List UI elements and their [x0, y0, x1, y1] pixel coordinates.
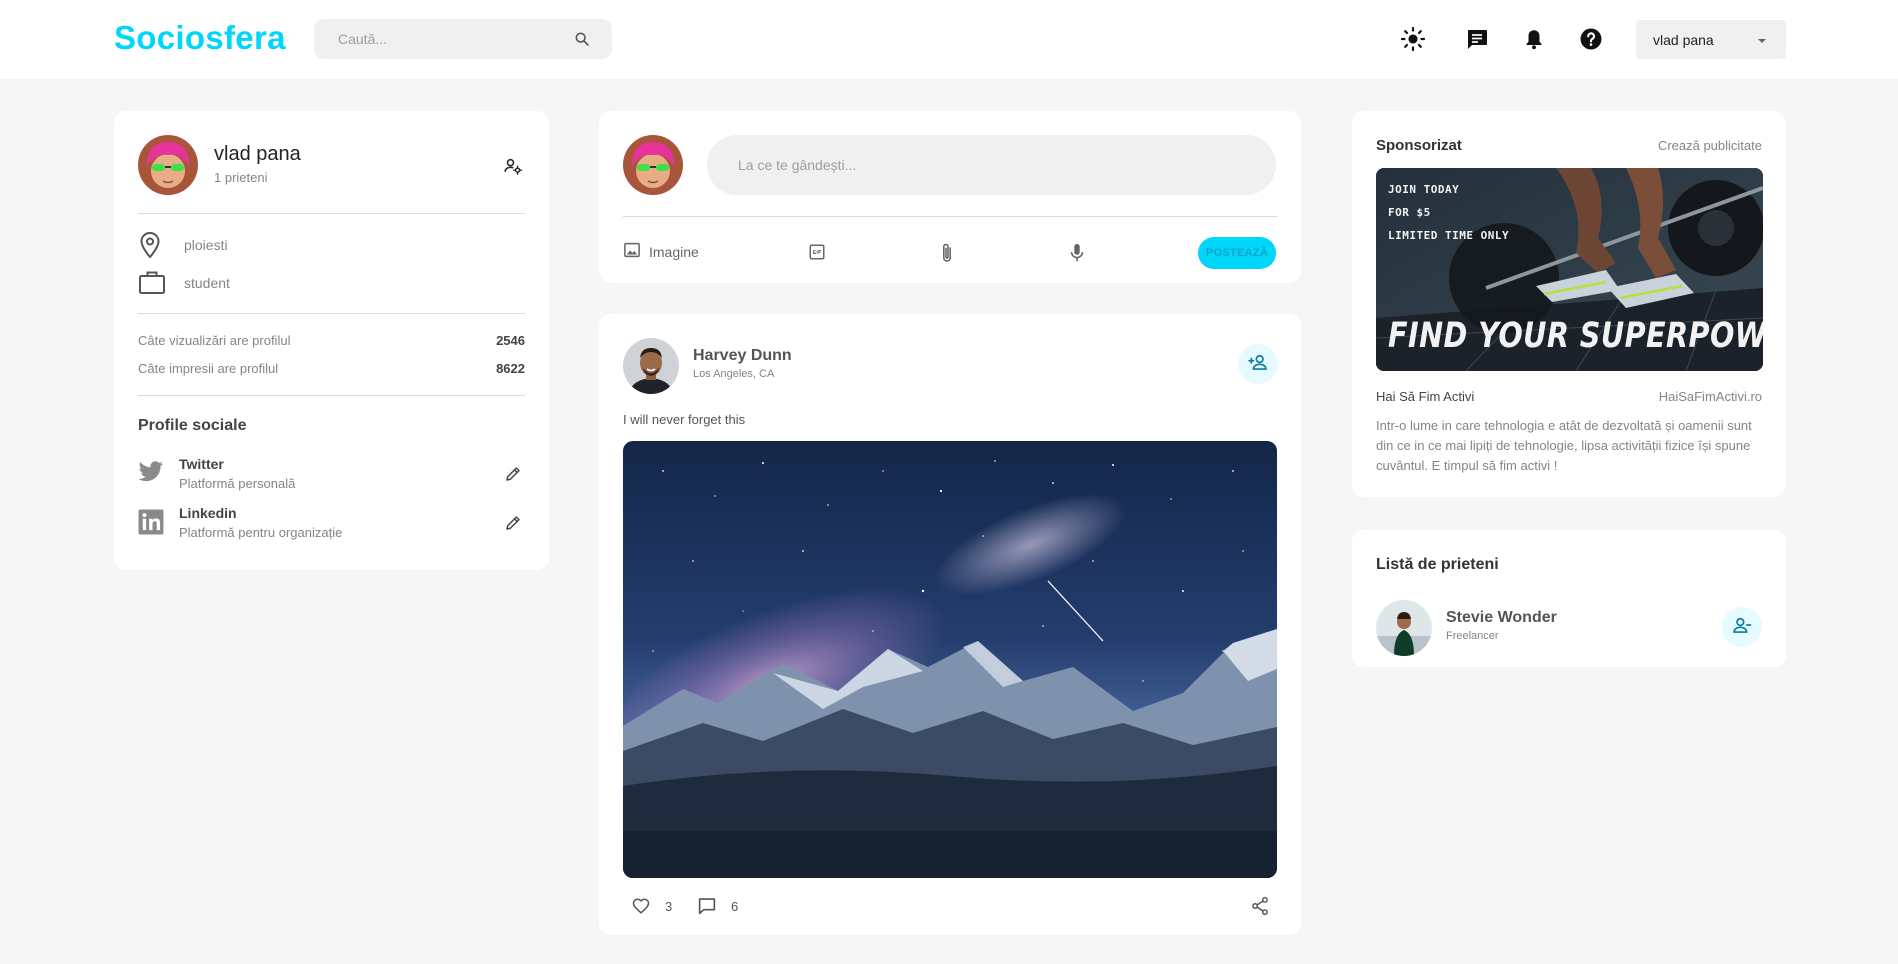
ad-promo-text: JOIN TODAY FOR $5 LIMITED TIME ONLY — [1388, 178, 1509, 247]
profile-occupation: student — [184, 275, 230, 291]
search-input[interactable] — [338, 31, 574, 47]
sponsored-card: Sponsorizat Crează publicitate JOIN TODA… — [1352, 111, 1786, 497]
post-author-location: Los Angeles, CA — [693, 368, 775, 380]
edit-icon[interactable] — [502, 463, 524, 485]
caret-down-icon — [1756, 32, 1768, 48]
ad-url-link[interactable]: HaiSaFimActivi.ro — [1659, 389, 1762, 404]
stat-value-views: 2546 — [496, 333, 525, 348]
create-ad-link[interactable]: Crează publicitate — [1658, 138, 1762, 153]
post-composer: La ce te gândești... Imagine POSTEAZĂ — [599, 111, 1301, 283]
edit-icon[interactable] — [502, 512, 524, 534]
manage-account-icon[interactable] — [502, 155, 524, 177]
remove-friend-icon — [1732, 616, 1752, 639]
twitter-icon — [138, 461, 164, 483]
ad-banner[interactable]: JOIN TODAY FOR $5 LIMITED TIME ONLY FIND… — [1376, 168, 1763, 371]
bell-icon[interactable] — [1519, 24, 1549, 54]
search-icon[interactable] — [574, 31, 590, 47]
sun-icon[interactable] — [1398, 24, 1428, 54]
image-icon — [623, 241, 641, 264]
composer-input[interactable]: La ce te gândești... — [707, 135, 1276, 195]
heart-icon[interactable] — [631, 896, 651, 916]
social-linkedin-name[interactable]: Linkedin — [179, 505, 237, 521]
divider — [138, 395, 525, 396]
ad-line-1: JOIN TODAY — [1388, 183, 1460, 196]
brand-logo[interactable]: Sociosfera — [114, 19, 286, 57]
ad-line-2: FOR $5 — [1388, 206, 1431, 219]
social-linkedin-desc: Platformă pentru organizație — [179, 525, 343, 540]
avatar[interactable] — [138, 135, 198, 195]
social-twitter-desc: Platformă personală — [179, 476, 296, 491]
friends-list-title: Listă de prieteni — [1376, 556, 1499, 573]
post-text: I will never forget this — [623, 412, 746, 427]
help-icon[interactable] — [1576, 24, 1606, 54]
friend-role: Freelancer — [1446, 630, 1499, 642]
add-image-label: Imagine — [649, 244, 699, 260]
add-friend-button[interactable] — [1238, 344, 1278, 384]
stat-label-views: Câte vizualizări are profilul — [138, 333, 291, 348]
share-icon[interactable] — [1250, 895, 1270, 917]
comment-icon[interactable] — [696, 896, 718, 916]
stat-value-impressions: 8622 — [496, 361, 525, 376]
user-dropdown-label: vlad pana — [1653, 31, 1714, 48]
ad-description: Intr-o lume in care tehnologia e atât de… — [1376, 418, 1752, 473]
post-image[interactable] — [623, 441, 1277, 878]
briefcase-icon — [138, 269, 166, 295]
chat-icon[interactable] — [1462, 24, 1492, 54]
gif-icon[interactable] — [807, 242, 827, 262]
profile-card: vlad pana 1 prieteni ploiesti student Câ… — [114, 111, 549, 570]
post-button[interactable]: POSTEAZĂ — [1198, 237, 1276, 269]
sponsored-title: Sponsorizat — [1376, 137, 1462, 154]
ad-line-3: LIMITED TIME ONLY — [1388, 229, 1510, 242]
attachment-icon[interactable] — [937, 242, 957, 264]
location-icon — [138, 231, 164, 259]
user-dropdown[interactable]: vlad pana — [1636, 20, 1786, 59]
profile-friend-count: 1 prieteni — [214, 170, 268, 185]
divider — [138, 213, 525, 214]
divider — [138, 313, 525, 314]
social-profiles-title: Profile sociale — [138, 417, 247, 434]
comment-count: 6 — [731, 899, 739, 914]
ad-brand-name: Hai Să Fim Activi — [1376, 389, 1475, 404]
profile-name[interactable]: vlad pana — [214, 143, 301, 166]
post-author-name[interactable]: Harvey Dunn — [693, 347, 792, 365]
friend-avatar[interactable] — [1376, 600, 1432, 656]
friend-name[interactable]: Stevie Wonder — [1446, 609, 1557, 627]
microphone-icon[interactable] — [1067, 242, 1087, 264]
avatar[interactable] — [623, 135, 683, 195]
ad-headline: FIND YOUR SUPERPOWER — [1388, 316, 1763, 356]
friends-list-card: Listă de prieteni Stevie Wonder Freelanc… — [1352, 530, 1786, 667]
profile-location: ploiesti — [184, 237, 228, 253]
author-avatar[interactable] — [623, 338, 679, 394]
post-card: Harvey Dunn Los Angeles, CA I will never… — [599, 314, 1301, 935]
like-count: 3 — [665, 899, 673, 914]
search-box[interactable] — [314, 19, 612, 59]
add-image-button[interactable]: Imagine — [623, 242, 699, 262]
navbar: Sociosfera vlad pana — [0, 0, 1898, 79]
social-twitter-name[interactable]: Twitter — [179, 456, 224, 472]
remove-friend-button[interactable] — [1722, 607, 1762, 647]
stat-label-impressions: Câte impresii are profilul — [138, 361, 279, 376]
add-friend-icon — [1248, 353, 1268, 376]
divider — [623, 216, 1277, 217]
linkedin-icon — [138, 509, 164, 535]
